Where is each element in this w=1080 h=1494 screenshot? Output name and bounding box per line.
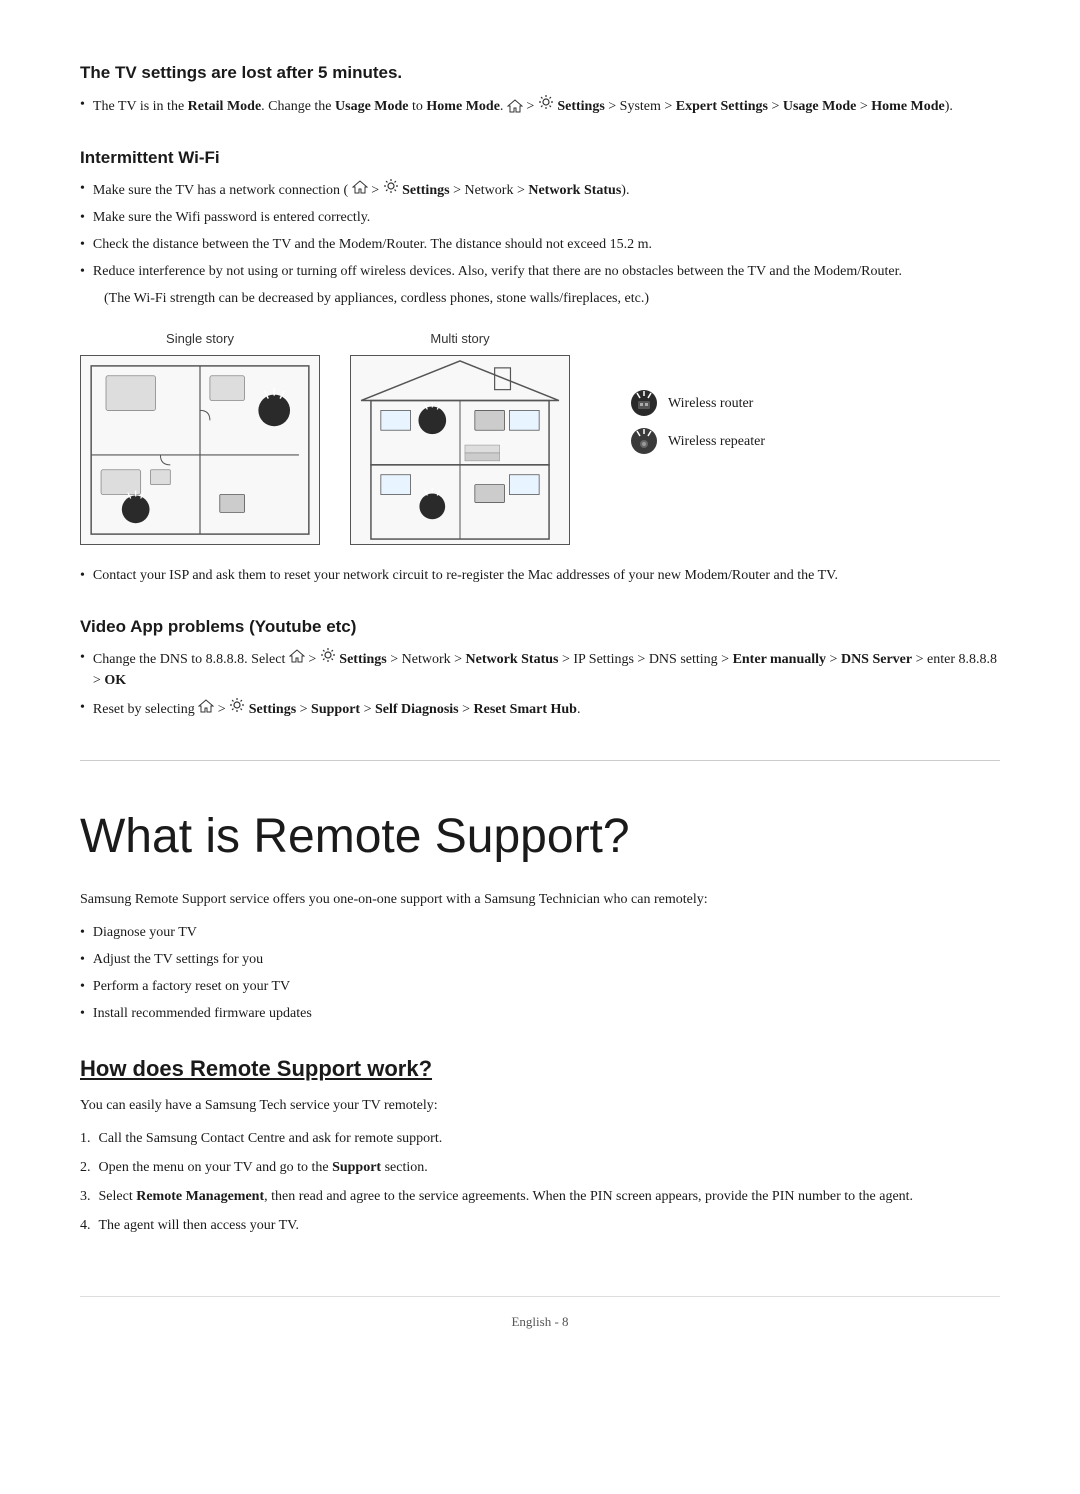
home-icon-4: [198, 699, 214, 713]
video-app-bullet-2: Reset by selecting > Settings > Support …: [80, 697, 1000, 720]
tv-settings-heading: The TV settings are lost after 5 minutes…: [80, 60, 1000, 86]
gear-icon-2: [383, 178, 399, 194]
rs-bullet-1: Diagnose your TV: [80, 922, 1000, 943]
contact-isp-bullets: Contact your ISP and ask them to reset y…: [80, 565, 1000, 586]
multi-story-label: Multi story: [430, 329, 489, 349]
footer: English - 8: [80, 1296, 1000, 1332]
video-app-bullets: Change the DNS to 8.8.8.8. Select > Sett…: [80, 647, 1000, 720]
wifi-bullets: Make sure the TV has a network connectio…: [80, 178, 1000, 282]
tv-settings-bullet-1: The TV is in the Retail Mode. Change the…: [80, 94, 1000, 117]
remote-support-heading: What is Remote Support?: [80, 801, 1000, 873]
single-story-label: Single story: [166, 329, 234, 349]
step-1: 1. Call the Samsung Contact Centre and a…: [80, 1128, 1000, 1149]
single-story-diagram: Single story: [80, 329, 320, 545]
wifi-heading: Intermittent Wi-Fi: [80, 145, 1000, 171]
wifi-bullet-1: Make sure the TV has a network connectio…: [80, 178, 1000, 201]
video-app-bullet-1: Change the DNS to 8.8.8.8. Select > Sett…: [80, 647, 1000, 691]
home-icon-3: [289, 649, 305, 663]
gear-icon: [538, 94, 554, 110]
router-legend-label: Wireless router: [668, 393, 753, 414]
legend-router: Wireless router: [630, 389, 765, 417]
home-icon: [507, 99, 523, 113]
step-3: 3. Select Remote Management, then read a…: [80, 1186, 1000, 1207]
tv-settings-section: The TV settings are lost after 5 minutes…: [80, 60, 1000, 117]
how-remote-heading: How does Remote Support work?: [80, 1052, 1000, 1085]
footer-text: English - 8: [511, 1314, 568, 1329]
single-story-svg: [80, 355, 320, 545]
remote-support-intro: Samsung Remote Support service offers yo…: [80, 889, 1000, 910]
multi-story-diagram: Multi story: [350, 329, 570, 545]
rs-bullet-4: Install recommended firmware updates: [80, 1003, 1000, 1024]
legend-repeater: Wireless repeater: [630, 427, 765, 455]
legend: Wireless router Wireless repeater: [630, 389, 765, 455]
video-app-section: Video App problems (Youtube etc) Change …: [80, 614, 1000, 721]
repeater-legend-label: Wireless repeater: [668, 431, 765, 452]
contact-isp-bullet: Contact your ISP and ask them to reset y…: [80, 565, 1000, 586]
how-remote-steps: 1. Call the Samsung Contact Centre and a…: [80, 1128, 1000, 1236]
router-legend-icon: [630, 389, 658, 417]
wifi-diagram: Single story: [80, 329, 1000, 545]
remote-support-section: What is Remote Support? Samsung Remote S…: [80, 760, 1000, 1236]
step-4: 4. The agent will then access your TV.: [80, 1215, 1000, 1236]
how-remote-intro: You can easily have a Samsung Tech servi…: [80, 1095, 1000, 1116]
step-2: 2. Open the menu on your TV and go to th…: [80, 1157, 1000, 1178]
repeater-legend-icon: [630, 427, 658, 455]
wifi-bullet-2: Make sure the Wifi password is entered c…: [80, 207, 1000, 228]
remote-support-bullets: Diagnose your TV Adjust the TV settings …: [80, 922, 1000, 1024]
gear-icon-3: [320, 647, 336, 663]
rs-bullet-2: Adjust the TV settings for you: [80, 949, 1000, 970]
tv-settings-bullets: The TV is in the Retail Mode. Change the…: [80, 94, 1000, 117]
video-app-heading: Video App problems (Youtube etc): [80, 614, 1000, 640]
wifi-section: Intermittent Wi-Fi Make sure the TV has …: [80, 145, 1000, 586]
wifi-note: (The Wi-Fi strength can be decreased by …: [104, 288, 1000, 309]
wifi-bullet-3: Check the distance between the TV and th…: [80, 234, 1000, 255]
wifi-bullet-4: Reduce interference by not using or turn…: [80, 261, 1000, 282]
home-icon-2: [352, 180, 368, 194]
rs-bullet-3: Perform a factory reset on your TV: [80, 976, 1000, 997]
multi-story-svg: [350, 355, 570, 545]
gear-icon-4: [229, 697, 245, 713]
